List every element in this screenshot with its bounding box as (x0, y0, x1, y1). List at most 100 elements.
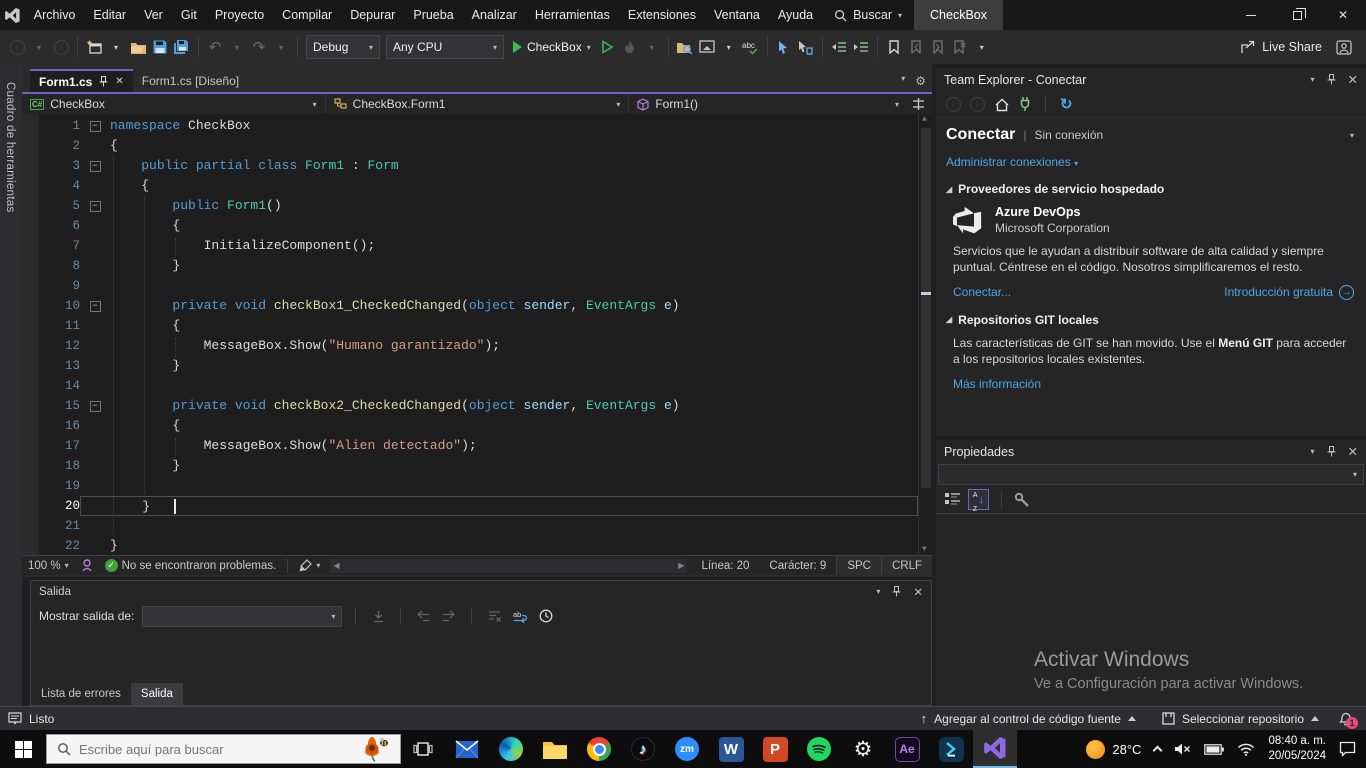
horizontal-scrollbar[interactable]: ◀ ▶ (330, 558, 688, 573)
weather-widget[interactable]: 28°C (1086, 739, 1141, 759)
pin-icon[interactable] (1327, 446, 1336, 457)
code-cleanup-button[interactable]: ▾ (293, 556, 326, 575)
panel-menu-chevron-icon[interactable]: ▾ (876, 587, 880, 596)
restore-button[interactable] (1274, 0, 1320, 30)
eol-toggle[interactable]: CRLF (880, 556, 932, 575)
clear-all-icon[interactable] (485, 607, 503, 625)
fold-collapse-icon[interactable]: − (89, 200, 101, 212)
file-explorer-app-icon[interactable] (533, 730, 577, 768)
type-dropdown[interactable]: CheckBox.Form1 ▾ (326, 94, 630, 114)
tray-expand-chevron-icon[interactable] (1152, 745, 1163, 756)
toggle-bookmark-icon[interactable] (884, 35, 904, 59)
chevron-down-icon[interactable]: ▾ (1350, 131, 1354, 140)
more-info-link[interactable]: Más información (953, 377, 1041, 391)
fold-collapse-icon[interactable]: − (89, 160, 101, 172)
notifications-bell-icon[interactable]: 1 (1336, 709, 1358, 729)
taskbar-search-input[interactable] (79, 741, 309, 757)
next-bookmark-icon[interactable] (928, 35, 948, 59)
code-editor[interactable]: 1− namespace CheckBox 2{3− public partial … (22, 114, 932, 555)
categorized-view-icon[interactable] (944, 492, 961, 507)
new-project-icon[interactable] (84, 35, 104, 59)
menu-archivo[interactable]: Archivo (25, 0, 85, 30)
fold-collapse-icon[interactable]: − (89, 120, 101, 132)
home-icon[interactable] (994, 97, 1010, 112)
nav-back-icon[interactable]: ‹ (7, 35, 27, 59)
redo-icon[interactable]: ↷ (249, 35, 269, 59)
vertical-scrollbar[interactable]: ▲ ▼ (918, 114, 932, 555)
menu-editar[interactable]: Editar (84, 0, 135, 30)
pin-icon[interactable] (99, 76, 108, 87)
menu-depurar[interactable]: Depurar (341, 0, 404, 30)
nav-back-chevron-icon[interactable]: ▾ (29, 35, 49, 59)
search-highlight-flower-icon[interactable] (360, 736, 390, 762)
toolbar-overflow-chevron-icon[interactable]: ▾ (972, 35, 992, 59)
close-icon[interactable]: ✕ (913, 585, 923, 599)
code-line-17[interactable]: 17 MessageBox.Show("Alien detectado"); (22, 436, 918, 456)
code-line-20[interactable]: 20 } (22, 496, 918, 516)
battery-icon[interactable] (1204, 743, 1225, 755)
word-wrap-icon[interactable]: ab (511, 607, 529, 625)
pointer-select-icon[interactable] (774, 35, 794, 59)
edge-app-icon[interactable] (489, 730, 533, 768)
code-line-7[interactable]: 7 InitializeComponent(); (22, 236, 918, 256)
menu-ayuda[interactable]: Ayuda (769, 0, 822, 30)
start-button[interactable] (0, 730, 46, 768)
code-line-16[interactable]: 16 { (22, 416, 918, 436)
wifi-icon[interactable] (1237, 743, 1255, 756)
sync-document-icon[interactable] (697, 35, 717, 59)
mail-app-icon[interactable] (445, 730, 489, 768)
new-project-chevron-icon[interactable]: ▾ (106, 35, 126, 59)
code-line-22[interactable]: 22} (22, 536, 918, 555)
property-pages-wrench-icon[interactable] (1014, 492, 1030, 508)
document-options-gear-icon[interactable]: ⚙ (915, 74, 926, 88)
find-in-files-icon[interactable] (675, 35, 695, 59)
scroll-left-icon[interactable]: ◀ (333, 561, 339, 570)
connections-plug-icon[interactable] (1019, 96, 1031, 112)
te-back-icon[interactable]: ‹ (946, 96, 961, 112)
live-share-button[interactable]: Live Share (1241, 39, 1366, 55)
goto-last-message-icon[interactable] (369, 607, 387, 625)
close-icon[interactable]: ✕ (1348, 444, 1358, 459)
code-line-2[interactable]: 2{ (22, 136, 918, 156)
zoom-app-icon[interactable]: zm (665, 730, 709, 768)
select-repository-button[interactable]: Seleccionar repositorio (1153, 712, 1328, 726)
code-line-12[interactable]: 12 MessageBox.Show("Humano garantizado")… (22, 336, 918, 356)
chevron-down-icon[interactable]: ▾ (1074, 159, 1078, 168)
section-local-git-repos[interactable]: ◢ Repositorios GIT locales (946, 313, 1354, 327)
tab-form1-cs[interactable]: Form1.cs ✕ (30, 69, 133, 92)
code-line-18[interactable]: 18 } (22, 456, 918, 476)
code-line-8[interactable]: 8 } (22, 256, 918, 276)
powerpoint-app-icon[interactable]: P (753, 730, 797, 768)
code-line-4[interactable]: 4 { (22, 176, 918, 196)
feedback-person-icon[interactable] (1336, 39, 1352, 55)
code-line-19[interactable]: 19 (22, 476, 918, 496)
menu-proyecto[interactable]: Proyecto (206, 0, 273, 30)
error-list-tab[interactable]: Lista de errores (31, 683, 131, 705)
chrome-app-icon[interactable] (577, 730, 621, 768)
health-indicator-icon[interactable] (75, 556, 99, 575)
toolbox-vertical-tab[interactable]: Cuadro de herramientas (4, 72, 16, 223)
code-line-10[interactable]: 10− private void checkBox1_CheckedChange… (22, 296, 918, 316)
save-all-icon[interactable] (172, 35, 192, 59)
menu-extensiones[interactable]: Extensiones (619, 0, 705, 30)
code-line-14[interactable]: 14 (22, 376, 918, 396)
undo-chevron-icon[interactable]: ▾ (227, 35, 247, 59)
output-tab[interactable]: Salida (130, 683, 183, 705)
menu-git[interactable]: Git (172, 0, 206, 30)
code-line-11[interactable]: 11 { (22, 316, 918, 336)
hot-reload-icon[interactable] (620, 35, 640, 59)
output-source-dropdown[interactable]: ▾ (142, 605, 343, 627)
code-line-1[interactable]: 1− namespace CheckBox (22, 116, 918, 136)
menu-ventana[interactable]: Ventana (705, 0, 769, 30)
code-line-5[interactable]: 5− public Form1() (22, 196, 918, 216)
spell-check-icon[interactable]: abc (741, 35, 761, 59)
close-button[interactable]: ✕ (1320, 0, 1366, 30)
prev-bookmark-icon[interactable] (906, 35, 926, 59)
sync-chevron-icon[interactable]: ▾ (719, 35, 739, 59)
next-message-icon[interactable] (440, 607, 458, 625)
after-effects-app-icon[interactable]: Ae (885, 730, 929, 768)
hot-reload-chevron-icon[interactable]: ▾ (642, 35, 662, 59)
pin-icon[interactable] (892, 586, 901, 597)
scroll-right-icon[interactable]: ▶ (678, 561, 684, 570)
scroll-up-icon[interactable]: ▲ (922, 115, 927, 124)
